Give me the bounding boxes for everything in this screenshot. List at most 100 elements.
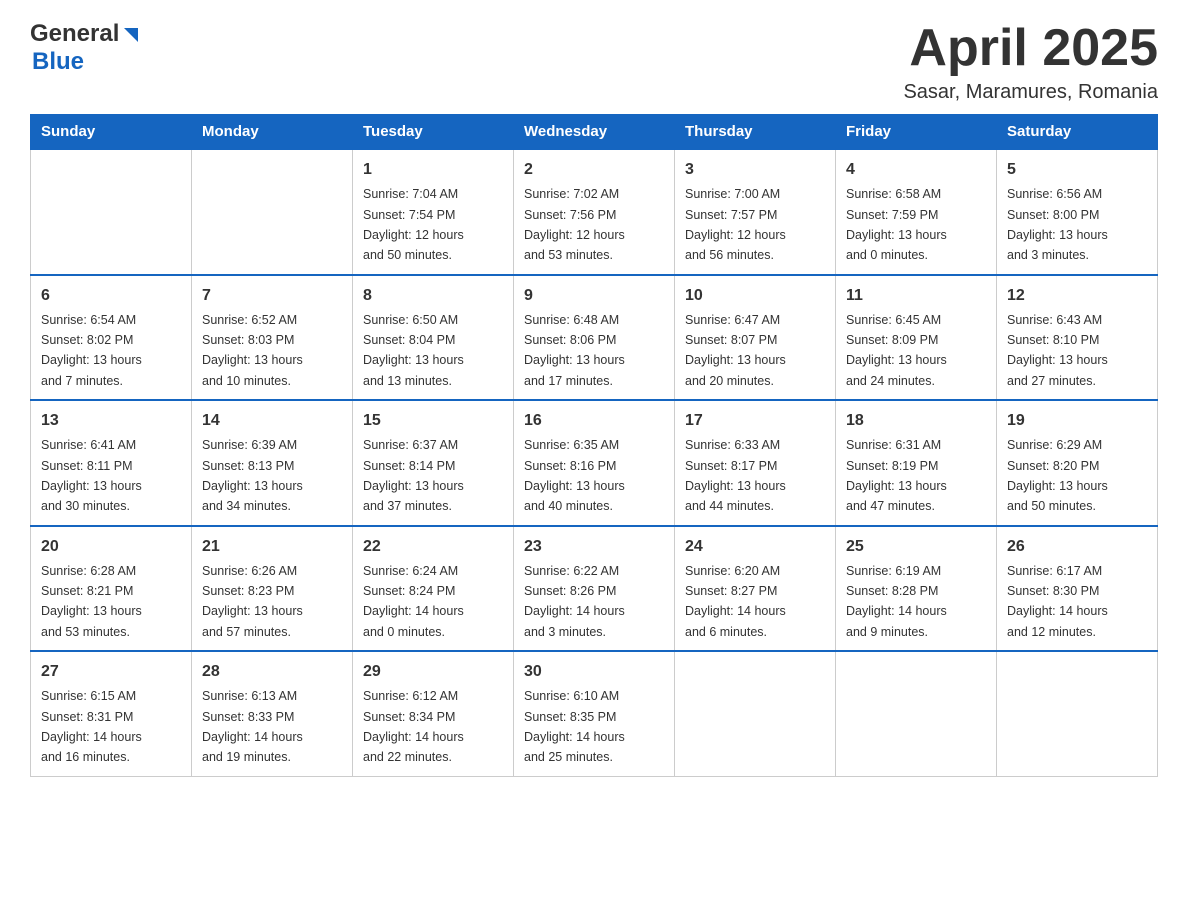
day-info: Sunrise: 6:24 AM Sunset: 8:24 PM Dayligh… bbox=[363, 564, 464, 639]
day-number: 12 bbox=[1007, 284, 1147, 308]
main-title: April 2025 bbox=[903, 20, 1158, 77]
day-info: Sunrise: 6:33 AM Sunset: 8:17 PM Dayligh… bbox=[685, 438, 786, 513]
calendar-cell: 28 Sunrise: 6:13 AM Sunset: 8:33 PM Dayli… bbox=[192, 651, 353, 776]
day-number: 16 bbox=[524, 409, 664, 433]
calendar-cell: 9 Sunrise: 6:48 AM Sunset: 8:06 PM Daylig… bbox=[514, 275, 675, 401]
calendar-cell: 21 Sunrise: 6:26 AM Sunset: 8:23 PM Dayli… bbox=[192, 526, 353, 652]
calendar-cell: 7 Sunrise: 6:52 AM Sunset: 8:03 PM Daylig… bbox=[192, 275, 353, 401]
calendar-cell: 30 Sunrise: 6:10 AM Sunset: 8:35 PM Dayli… bbox=[514, 651, 675, 776]
day-info: Sunrise: 7:04 AM Sunset: 7:54 PM Dayligh… bbox=[363, 187, 464, 262]
calendar-week-row: 27Sunrise: 6:15 AM Sunset: 8:31 PM Dayli… bbox=[31, 651, 1158, 776]
day-info: Sunrise: 6:58 AM Sunset: 7:59 PM Dayligh… bbox=[846, 187, 947, 262]
day-number: 6 bbox=[41, 284, 181, 308]
calendar-cell: 19 Sunrise: 6:29 AM Sunset: 8:20 PM Dayli… bbox=[997, 400, 1158, 526]
day-number: 21 bbox=[202, 535, 342, 559]
day-info: Sunrise: 7:02 AM Sunset: 7:56 PM Dayligh… bbox=[524, 187, 625, 262]
day-info: Sunrise: 6:12 AM Sunset: 8:34 PM Dayligh… bbox=[363, 689, 464, 764]
day-number: 17 bbox=[685, 409, 825, 433]
day-number: 1 bbox=[363, 158, 503, 182]
calendar-week-row: 20Sunrise: 6:28 AM Sunset: 8:21 PM Dayli… bbox=[31, 526, 1158, 652]
page-header: General Blue April 2025 Sasar, Maramures… bbox=[30, 20, 1158, 104]
calendar-cell: 12 Sunrise: 6:43 AM Sunset: 8:10 PM Dayli… bbox=[997, 275, 1158, 401]
calendar-cell: 6 Sunrise: 6:54 AM Sunset: 8:02 PM Daylig… bbox=[31, 275, 192, 401]
day-number: 4 bbox=[846, 158, 986, 182]
day-info: Sunrise: 6:10 AM Sunset: 8:35 PM Dayligh… bbox=[524, 689, 625, 764]
day-info: Sunrise: 6:26 AM Sunset: 8:23 PM Dayligh… bbox=[202, 564, 303, 639]
day-number: 28 bbox=[202, 660, 342, 684]
calendar-cell: 18 Sunrise: 6:31 AM Sunset: 8:19 PM Dayli… bbox=[836, 400, 997, 526]
calendar-cell: 29 Sunrise: 6:12 AM Sunset: 8:34 PM Dayli… bbox=[353, 651, 514, 776]
day-info: Sunrise: 6:22 AM Sunset: 8:26 PM Dayligh… bbox=[524, 564, 625, 639]
day-info: Sunrise: 6:39 AM Sunset: 8:13 PM Dayligh… bbox=[202, 438, 303, 513]
day-info: Sunrise: 6:54 AM Sunset: 8:02 PM Dayligh… bbox=[41, 313, 142, 388]
calendar-cell: 20Sunrise: 6:28 AM Sunset: 8:21 PM Dayli… bbox=[31, 526, 192, 652]
col-thursday: Thursday bbox=[675, 115, 836, 150]
day-info: Sunrise: 6:13 AM Sunset: 8:33 PM Dayligh… bbox=[202, 689, 303, 764]
calendar-week-row: 1 Sunrise: 7:04 AM Sunset: 7:54 PM Daylig… bbox=[31, 149, 1158, 275]
day-info: Sunrise: 6:17 AM Sunset: 8:30 PM Dayligh… bbox=[1007, 564, 1108, 639]
calendar-cell: 22 Sunrise: 6:24 AM Sunset: 8:24 PM Dayli… bbox=[353, 526, 514, 652]
day-number: 14 bbox=[202, 409, 342, 433]
calendar-cell bbox=[192, 149, 353, 275]
day-info: Sunrise: 6:47 AM Sunset: 8:07 PM Dayligh… bbox=[685, 313, 786, 388]
calendar-cell: 10 Sunrise: 6:47 AM Sunset: 8:07 PM Dayli… bbox=[675, 275, 836, 401]
day-number: 26 bbox=[1007, 535, 1147, 559]
calendar-cell: 13 Sunrise: 6:41 AM Sunset: 8:11 PM Dayli… bbox=[31, 400, 192, 526]
day-number: 13 bbox=[41, 409, 181, 433]
calendar-week-row: 13 Sunrise: 6:41 AM Sunset: 8:11 PM Dayli… bbox=[31, 400, 1158, 526]
col-tuesday: Tuesday bbox=[353, 115, 514, 150]
calendar-cell: 24 Sunrise: 6:20 AM Sunset: 8:27 PM Dayli… bbox=[675, 526, 836, 652]
day-number: 27 bbox=[41, 660, 181, 684]
calendar-cell: 1 Sunrise: 7:04 AM Sunset: 7:54 PM Daylig… bbox=[353, 149, 514, 275]
day-info: Sunrise: 6:29 AM Sunset: 8:20 PM Dayligh… bbox=[1007, 438, 1108, 513]
day-number: 7 bbox=[202, 284, 342, 308]
logo-general-text: General bbox=[30, 20, 119, 48]
calendar-cell: 11 Sunrise: 6:45 AM Sunset: 8:09 PM Dayli… bbox=[836, 275, 997, 401]
day-info: Sunrise: 6:35 AM Sunset: 8:16 PM Dayligh… bbox=[524, 438, 625, 513]
col-sunday: Sunday bbox=[31, 115, 192, 150]
day-number: 25 bbox=[846, 535, 986, 559]
calendar-cell: 25 Sunrise: 6:19 AM Sunset: 8:28 PM Dayli… bbox=[836, 526, 997, 652]
day-number: 10 bbox=[685, 284, 825, 308]
calendar-cell: 5Sunrise: 6:56 AM Sunset: 8:00 PM Daylig… bbox=[997, 149, 1158, 275]
calendar-cell: 16 Sunrise: 6:35 AM Sunset: 8:16 PM Dayli… bbox=[514, 400, 675, 526]
day-number: 22 bbox=[363, 535, 503, 559]
logo-triangle-icon bbox=[120, 24, 142, 46]
day-number: 23 bbox=[524, 535, 664, 559]
calendar-cell: 23 Sunrise: 6:22 AM Sunset: 8:26 PM Dayli… bbox=[514, 526, 675, 652]
day-number: 18 bbox=[846, 409, 986, 433]
day-info: Sunrise: 6:20 AM Sunset: 8:27 PM Dayligh… bbox=[685, 564, 786, 639]
calendar-cell bbox=[675, 651, 836, 776]
day-number: 5 bbox=[1007, 158, 1147, 182]
day-info: Sunrise: 6:45 AM Sunset: 8:09 PM Dayligh… bbox=[846, 313, 947, 388]
calendar-cell: 8Sunrise: 6:50 AM Sunset: 8:04 PM Daylig… bbox=[353, 275, 514, 401]
calendar-cell: 3Sunrise: 7:00 AM Sunset: 7:57 PM Daylig… bbox=[675, 149, 836, 275]
day-info: Sunrise: 6:43 AM Sunset: 8:10 PM Dayligh… bbox=[1007, 313, 1108, 388]
day-number: 29 bbox=[363, 660, 503, 684]
day-number: 2 bbox=[524, 158, 664, 182]
day-number: 11 bbox=[846, 284, 986, 308]
calendar-week-row: 6 Sunrise: 6:54 AM Sunset: 8:02 PM Daylig… bbox=[31, 275, 1158, 401]
day-info: Sunrise: 6:52 AM Sunset: 8:03 PM Dayligh… bbox=[202, 313, 303, 388]
calendar-header-row: Sunday Monday Tuesday Wednesday Thursday… bbox=[31, 115, 1158, 150]
calendar-cell: 27Sunrise: 6:15 AM Sunset: 8:31 PM Dayli… bbox=[31, 651, 192, 776]
day-info: Sunrise: 6:31 AM Sunset: 8:19 PM Dayligh… bbox=[846, 438, 947, 513]
col-friday: Friday bbox=[836, 115, 997, 150]
day-info: Sunrise: 7:00 AM Sunset: 7:57 PM Dayligh… bbox=[685, 187, 786, 262]
col-saturday: Saturday bbox=[997, 115, 1158, 150]
day-info: Sunrise: 6:48 AM Sunset: 8:06 PM Dayligh… bbox=[524, 313, 625, 388]
day-number: 30 bbox=[524, 660, 664, 684]
day-number: 19 bbox=[1007, 409, 1147, 433]
logo: General Blue bbox=[30, 20, 142, 76]
col-wednesday: Wednesday bbox=[514, 115, 675, 150]
day-info: Sunrise: 6:37 AM Sunset: 8:14 PM Dayligh… bbox=[363, 438, 464, 513]
day-number: 20 bbox=[41, 535, 181, 559]
col-monday: Monday bbox=[192, 115, 353, 150]
day-number: 15 bbox=[363, 409, 503, 433]
calendar-cell bbox=[31, 149, 192, 275]
day-info: Sunrise: 6:19 AM Sunset: 8:28 PM Dayligh… bbox=[846, 564, 947, 639]
day-number: 8 bbox=[363, 284, 503, 308]
day-number: 9 bbox=[524, 284, 664, 308]
day-info: Sunrise: 6:41 AM Sunset: 8:11 PM Dayligh… bbox=[41, 438, 142, 513]
day-number: 24 bbox=[685, 535, 825, 559]
